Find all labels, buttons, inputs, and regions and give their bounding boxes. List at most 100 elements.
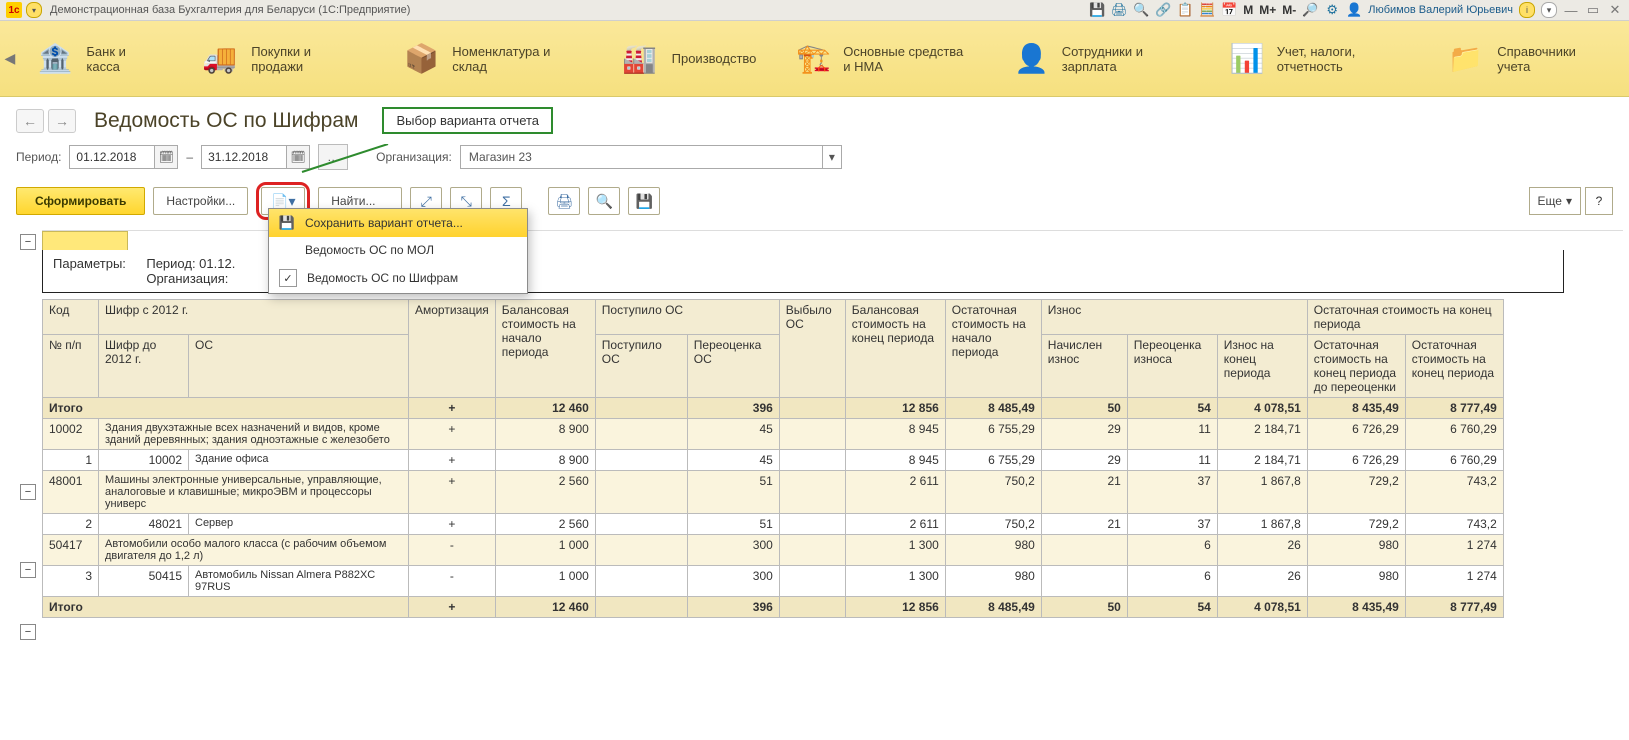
- th-periz: Переоценка износа: [1127, 335, 1217, 398]
- th-ostpre: Остаточная стоимость на конец периода до…: [1307, 335, 1405, 398]
- check-icon: ✓: [279, 269, 297, 287]
- section-assets[interactable]: 🏗️Основные средства и НМА: [776, 21, 993, 96]
- update-icon[interactable]: ⚙: [1324, 2, 1340, 18]
- org-label: Организация:: [376, 150, 452, 164]
- sections-scroll-left[interactable]: ◀: [4, 21, 16, 96]
- section-tax-icon: 📊: [1230, 39, 1265, 79]
- preview-button[interactable]: 🔍: [588, 187, 620, 215]
- period-from-input[interactable]: 01.12.2018: [69, 145, 155, 169]
- nav-forward-button[interactable]: →: [48, 109, 76, 133]
- org-select[interactable]: Магазин 23 ▾: [460, 145, 842, 169]
- th-amort: Амортизация: [409, 300, 496, 398]
- section-hr[interactable]: 👤Сотрудники и зарплата: [993, 21, 1210, 96]
- period-label: Период:: [16, 150, 61, 164]
- section-sales[interactable]: 🚚Покупки и продажи: [180, 21, 382, 96]
- report-tab[interactable]: [42, 231, 128, 250]
- form-report-button[interactable]: Сформировать: [16, 187, 145, 215]
- system-titlebar: 1c ▾ Демонстрационная база Бухгалтерия д…: [0, 0, 1629, 21]
- callout-label: Выбор варианта отчета: [382, 107, 553, 134]
- save-report-button[interactable]: 💾: [628, 187, 660, 215]
- nav-back-button[interactable]: ←: [16, 109, 44, 133]
- period-choose-button[interactable]: …: [318, 144, 348, 170]
- period-to-calendar-icon[interactable]: 🗓: [287, 145, 310, 169]
- clipboard-icon[interactable]: 📋: [1177, 2, 1193, 18]
- report-body[interactable]: Параметры: Период: 01.12. Организация: К…: [42, 230, 1623, 732]
- link-icon[interactable]: 🔗: [1155, 2, 1171, 18]
- m-button[interactable]: M: [1243, 3, 1253, 17]
- search-globe-icon[interactable]: 🔍: [1133, 2, 1149, 18]
- tree-gutter: − − − −: [14, 230, 42, 732]
- print-button[interactable]: 🖨: [548, 187, 580, 215]
- section-hr-icon: 👤: [1013, 39, 1050, 79]
- report-variant-dropdown: 💾 Сохранить вариант отчета... Ведомость …: [268, 208, 528, 294]
- th-vyb: Выбыло ОС: [779, 300, 845, 398]
- section-bank[interactable]: 🏦Банк и касса: [16, 21, 181, 96]
- save-icon[interactable]: 💾: [1089, 2, 1105, 18]
- th-kod: Код: [43, 300, 99, 335]
- org-dropdown-icon[interactable]: ▾: [822, 146, 841, 168]
- close-icon[interactable]: ✕: [1607, 2, 1623, 18]
- period-row: Период: 01.12.2018 🗓 – 31.12.2018 🗓 … Ор…: [0, 140, 1629, 178]
- row-group-48001[interactable]: 48001 Машины электронные универсальные, …: [43, 471, 1504, 514]
- minimize-icon[interactable]: —: [1563, 2, 1579, 18]
- section-sales-icon: 🚚: [200, 39, 239, 79]
- report-table: Код Шифр с 2012 г. Амортизация Балансова…: [42, 299, 1504, 618]
- row-item-2[interactable]: 2 48021 Сервер + 2 560 51 2 611 750,2 21…: [43, 514, 1504, 535]
- th-nach: Начислен износ: [1041, 335, 1127, 398]
- m-plus-button[interactable]: M+: [1259, 3, 1276, 17]
- maximize-icon[interactable]: ▭: [1585, 2, 1601, 18]
- tree-toggle-g1[interactable]: −: [20, 484, 36, 500]
- window-title: Демонстрационная база Бухгалтерия для Бе…: [50, 4, 1089, 16]
- row-group-10002[interactable]: 10002 Здания двухэтажные всех назначений…: [43, 419, 1504, 450]
- zoom-icon[interactable]: 🔎: [1302, 2, 1318, 18]
- settings-button[interactable]: Настройки...: [153, 187, 248, 215]
- dropdown-save-variant[interactable]: 💾 Сохранить вариант отчета...: [269, 209, 527, 237]
- period-from-calendar-icon[interactable]: 🗓: [155, 145, 178, 169]
- more-button[interactable]: Еще▾: [1529, 187, 1581, 215]
- section-ref[interactable]: 📁Справочники учета: [1426, 21, 1629, 96]
- actions-row: Сформировать Настройки... 📄▾ Найти... ⤢ …: [0, 178, 1629, 230]
- chevron-down-icon[interactable]: ▾: [1541, 2, 1557, 18]
- tree-toggle-g3[interactable]: −: [20, 624, 36, 640]
- period-dash: –: [186, 150, 193, 164]
- report-area: − − − − Параметры: Период: 01.12. Органи…: [0, 230, 1629, 732]
- tree-toggle-g2[interactable]: −: [20, 562, 36, 578]
- section-prod-icon: 🏭: [620, 39, 660, 79]
- section-prod[interactable]: 🏭Производство: [600, 21, 777, 96]
- row-total-bottom: Итого + 12 460 396 12 856 8 485,49 50 54…: [43, 597, 1504, 618]
- th-balstart: Балансовая стоимость на начало периода: [495, 300, 595, 398]
- calendar-icon[interactable]: 📅: [1221, 2, 1237, 18]
- row-item-1[interactable]: 1 10002 Здание офиса + 8 900 45 8 945 6 …: [43, 450, 1504, 471]
- save-variant-icon: 💾: [279, 215, 295, 231]
- row-item-3[interactable]: 3 50415 Автомобиль Nissan Almera P882XC …: [43, 566, 1504, 597]
- section-ref-icon: 📁: [1446, 39, 1485, 79]
- section-stock[interactable]: 📦Номенклатура и склад: [383, 21, 600, 96]
- sections-toolbar: ◀ 🏦Банк и касса 🚚Покупки и продажи 📦Номе…: [0, 21, 1629, 97]
- th-shifrdo: Шифр до 2012 г.: [99, 335, 189, 398]
- user-icon: 👤: [1346, 2, 1362, 18]
- print-icon[interactable]: 🖨: [1111, 2, 1127, 18]
- dropdown-variant-shifr[interactable]: ✓ Ведомость ОС по Шифрам: [269, 263, 527, 293]
- current-user[interactable]: Любимов Валерий Юрьевич: [1368, 4, 1513, 16]
- calc-icon[interactable]: 🧮: [1199, 2, 1215, 18]
- th-npp: № п/п: [43, 335, 99, 398]
- m-minus-button[interactable]: M-: [1282, 3, 1296, 17]
- section-tax[interactable]: 📊Учет, налоги, отчетность: [1210, 21, 1427, 96]
- row-group-50417[interactable]: 50417 Автомобили особо малого класса (с …: [43, 535, 1504, 566]
- section-bank-icon: 🏦: [36, 39, 75, 79]
- tree-toggle[interactable]: −: [20, 234, 36, 250]
- help-button[interactable]: ?: [1585, 187, 1613, 215]
- nav-row: ← → Ведомость ОС по Шифрам Выбор вариант…: [0, 97, 1629, 140]
- app-menu-dropdown[interactable]: ▾: [26, 2, 42, 18]
- period-to-input[interactable]: 31.12.2018: [201, 145, 287, 169]
- row-total-top: Итого + 12 460 396 12 856 8 485,49 50 54…: [43, 398, 1504, 419]
- th-balend: Балансовая стоимость на конец периода: [845, 300, 945, 398]
- dropdown-variant-mol[interactable]: Ведомость ОС по МОЛ: [269, 237, 527, 263]
- th-shifr: Шифр с 2012 г.: [99, 300, 409, 335]
- th-iznos: Износ: [1041, 300, 1307, 335]
- th-iznend: Износ на конец периода: [1217, 335, 1307, 398]
- section-stock-icon: 📦: [403, 39, 440, 79]
- th-post: Поступило ОС: [595, 300, 779, 335]
- info-icon[interactable]: i: [1519, 2, 1535, 18]
- org-value: Магазин 23: [461, 146, 822, 168]
